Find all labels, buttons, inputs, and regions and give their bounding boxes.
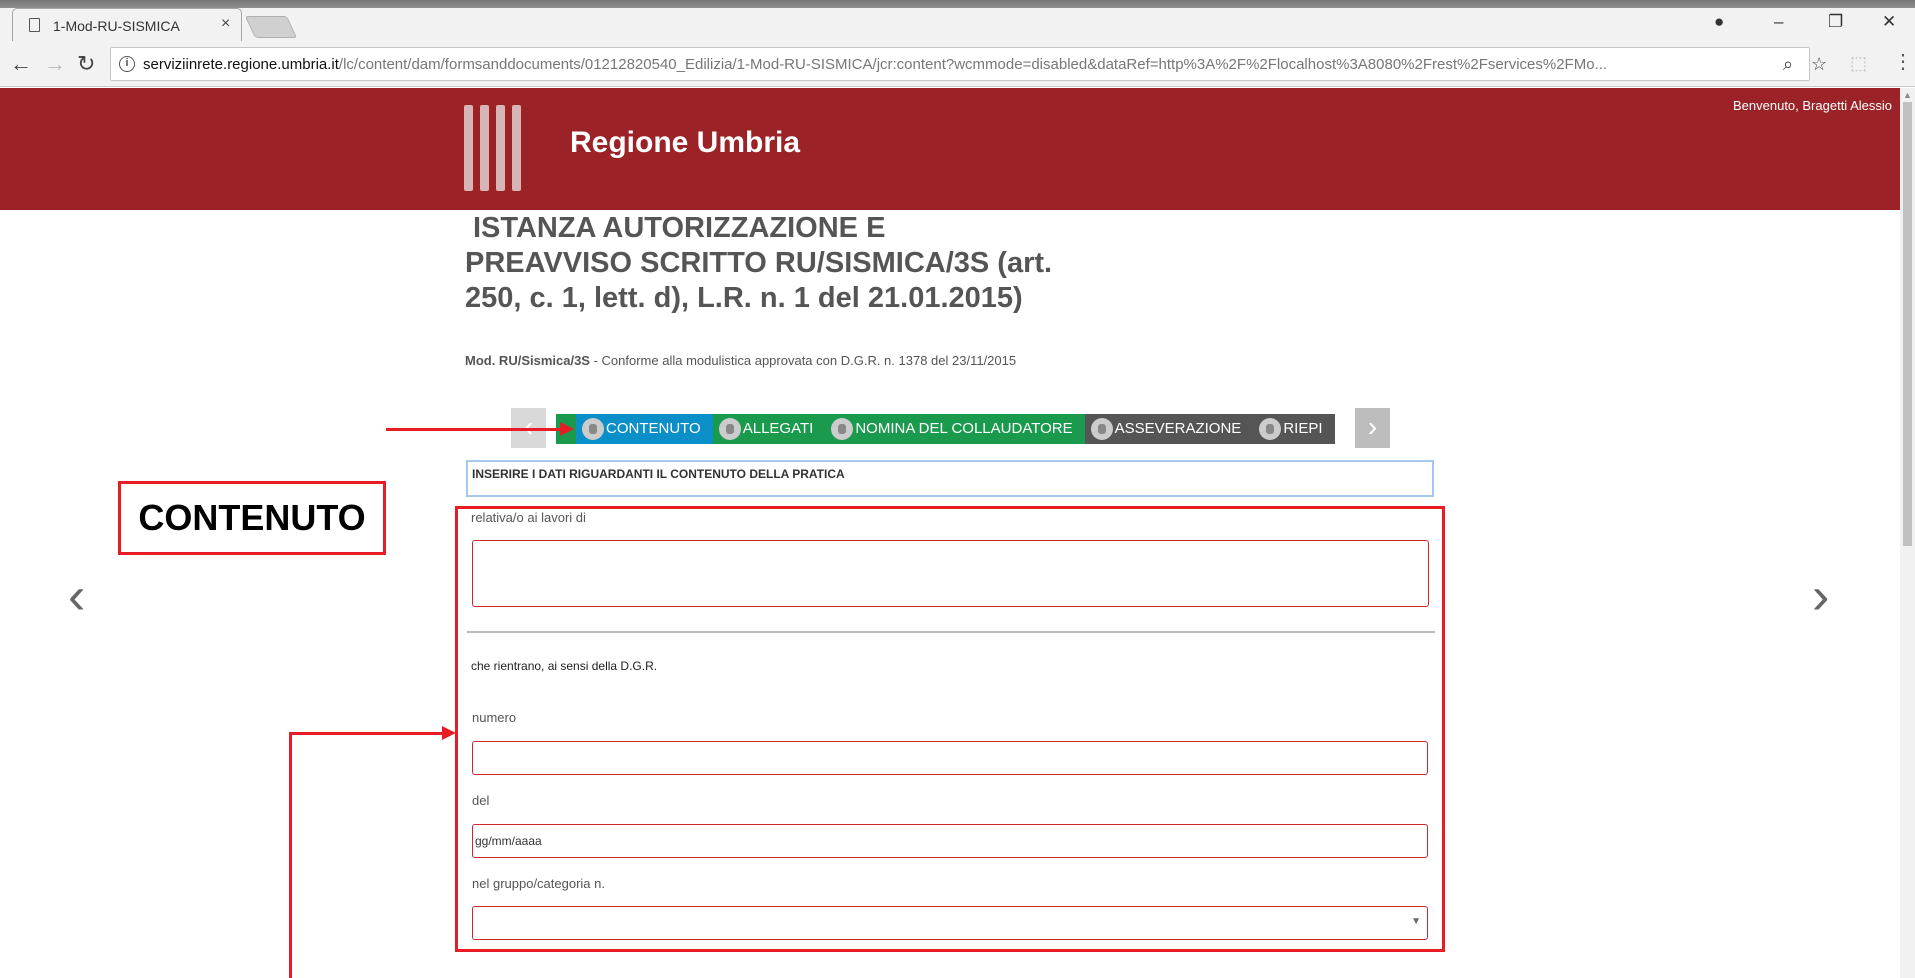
chevron-down-icon: ▼: [1411, 916, 1421, 927]
back-icon[interactable]: ←: [10, 51, 32, 77]
regione-umbria-logo: [464, 105, 522, 191]
reload-icon[interactable]: ↻: [77, 51, 95, 77]
annotation-arrow-head: [560, 422, 574, 436]
scroll-thumb[interactable]: [1903, 102, 1912, 546]
wizard-steps: CONTENUTO ALLEGATI NOMINA DEL COLLAUDATORE…: [556, 414, 1345, 444]
step-icon: [582, 418, 604, 440]
new-tab-button[interactable]: [244, 16, 298, 38]
tab-title: 1-Mod-RU-SISMICA: [53, 18, 180, 34]
bookmark-star-icon[interactable]: ☆: [1811, 54, 1827, 75]
carousel-next-icon[interactable]: ›: [1812, 566, 1829, 626]
step-icon: [1090, 418, 1113, 440]
restore-icon[interactable]: ❐: [1828, 12, 1843, 32]
step-nomina-collaudatore[interactable]: NOMINA DEL COLLAUDATORE: [825, 414, 1085, 444]
page-scrollbar[interactable]: ▲: [1900, 88, 1915, 978]
brand-name: Regione Umbria: [570, 126, 801, 159]
scroll-up-icon[interactable]: ▲: [1903, 90, 1912, 100]
step-asseverazione[interactable]: ASSEVERAZIONE: [1084, 414, 1254, 444]
step-icon: [718, 418, 741, 440]
gruppo-label: nel gruppo/categoria n.: [472, 876, 605, 891]
tab-close-icon[interactable]: ×: [221, 15, 230, 33]
zoom-icon[interactable]: ⌕: [1783, 54, 1793, 75]
carousel-prev-icon[interactable]: ‹: [68, 566, 85, 626]
del-label: del: [472, 793, 490, 808]
annotation-arrow-horizontal: [289, 732, 443, 735]
browser-menu-icon[interactable]: ⋮: [1893, 49, 1913, 74]
step-contenuto[interactable]: CONTENUTO: [576, 414, 713, 444]
annotation-arrow-head-2: [442, 726, 456, 740]
address-bar[interactable]: i serviziinrete.regione.umbria.it/lc/con…: [110, 47, 1827, 81]
browser-tab[interactable]: 1-Mod-RU-SISMICA ×: [12, 8, 242, 41]
site-header: Regione Umbria Benvenuto, Bragetti Aless…: [0, 88, 1900, 210]
page-title: ISTANZA AUTORIZZAZIONE E PREAVVISO SCRIT…: [465, 212, 1053, 314]
step-allegati[interactable]: ALLEGATI: [712, 414, 826, 444]
gruppo-select[interactable]: ▼: [472, 906, 1428, 940]
annotation-callout: CONTENUTO: [118, 481, 386, 555]
page-icon: [29, 18, 40, 32]
page-viewport: Regione Umbria Benvenuto, Bragetti Aless…: [0, 88, 1900, 978]
next-step-button[interactable]: ›: [1355, 408, 1390, 448]
divider: [467, 631, 1435, 633]
form-subtitle: Mod. RU/Sismica/3S - Conforme alla modul…: [465, 353, 1017, 368]
info-icon[interactable]: i: [119, 56, 135, 72]
lavori-label: relativa/o ai lavori di: [471, 510, 586, 525]
minimize-icon[interactable]: –: [1774, 12, 1783, 32]
annotation-arrow: [386, 428, 561, 431]
section-instruction: INSERIRE I DATI RIGUARDANTI IL CONTENUTO…: [466, 460, 1434, 497]
browser-toolbar: ← → ↻ i serviziinrete.regione.umbria.it/…: [0, 41, 1915, 87]
annotation-arrow-vertical: [289, 732, 292, 978]
step-icon: [831, 418, 854, 440]
numero-label: numero: [472, 710, 517, 725]
rientrano-label: che rientrano, ai sensi della D.G.R.: [471, 659, 658, 673]
welcome-user: Benvenuto, Bragetti Alessio: [1733, 98, 1892, 113]
url-text: serviziinrete.regione.umbria.it/lc/conte…: [143, 56, 1608, 73]
browser-tab-strip: 1-Mod-RU-SISMICA × ● – ❐ ✕: [0, 0, 1915, 41]
close-window-icon[interactable]: ✕: [1882, 12, 1896, 32]
forward-icon[interactable]: →: [44, 51, 66, 77]
step-icon: [1259, 418, 1282, 440]
step-riepilogo[interactable]: RIEPI: [1253, 414, 1335, 444]
lavori-textarea[interactable]: [472, 540, 1429, 607]
numero-input[interactable]: [472, 741, 1428, 775]
del-date-input[interactable]: gg/mm/aaaa: [472, 824, 1428, 858]
profile-icon[interactable]: ●: [1714, 12, 1724, 32]
pdf-extension-icon[interactable]: ⬚: [1850, 53, 1867, 74]
